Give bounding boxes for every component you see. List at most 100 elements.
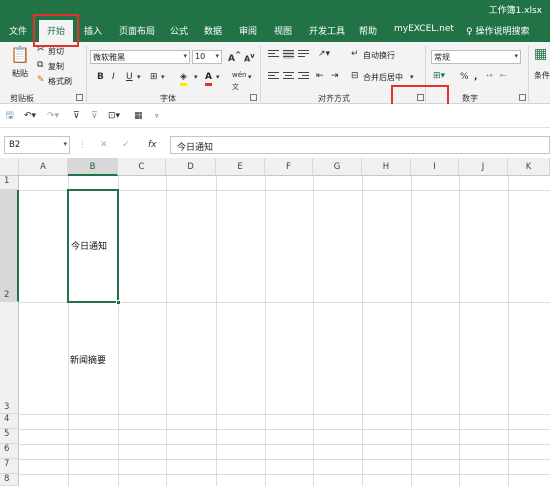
filter-icon[interactable]: ⊽ bbox=[73, 110, 80, 122]
align-right-icon[interactable] bbox=[298, 72, 309, 81]
chevron-down-icon[interactable]: ▾ bbox=[161, 71, 165, 83]
chevron-down-icon[interactable]: ▾ bbox=[194, 71, 198, 83]
phonetic-guide-icon[interactable]: wén 文 bbox=[232, 69, 246, 93]
tab-review[interactable]: 审阅 bbox=[239, 24, 257, 37]
name-box[interactable]: B2 ▾ bbox=[4, 136, 70, 154]
column-header[interactable]: K bbox=[508, 158, 550, 176]
row-header[interactable]: 8 bbox=[0, 474, 19, 486]
fill-color-icon[interactable]: ◈ bbox=[180, 71, 187, 86]
tab-file[interactable]: 文件 bbox=[9, 24, 27, 37]
accounting-format-icon[interactable]: ⊞▾ bbox=[433, 70, 445, 82]
customize-qat-icon[interactable]: ▿ bbox=[155, 110, 159, 122]
undo-icon[interactable]: ↶▾ bbox=[24, 110, 36, 122]
column-header[interactable]: F bbox=[265, 158, 313, 176]
tab-formulas[interactable]: 公式 bbox=[170, 24, 188, 37]
form-icon[interactable]: ⊡▾ bbox=[108, 110, 120, 122]
clipboard-dialog-launcher[interactable] bbox=[76, 94, 83, 101]
align-bottom-icon[interactable] bbox=[298, 50, 309, 59]
column-header[interactable]: I bbox=[411, 158, 459, 176]
cell-b3-text[interactable]: 新闻摘要 bbox=[70, 353, 106, 366]
paste-icon[interactable]: 📋 bbox=[10, 46, 30, 64]
cut-button[interactable]: 剪切 bbox=[48, 46, 64, 57]
alignment-group-label: 对齐方式 bbox=[318, 94, 350, 103]
tell-me-search[interactable]: ♀ 操作说明搜索 bbox=[466, 24, 529, 37]
tab-data[interactable]: 数据 bbox=[204, 24, 222, 37]
grid-line bbox=[313, 176, 314, 486]
number-dialog-launcher[interactable] bbox=[519, 94, 526, 101]
decrease-indent-icon[interactable]: ⇤ bbox=[316, 70, 324, 82]
formula-actions: ⋮ ✕ ✓ fx bbox=[78, 136, 170, 154]
format-painter-button[interactable]: 格式刷 bbox=[48, 76, 72, 87]
bold-button[interactable]: B bbox=[97, 71, 104, 83]
column-header[interactable]: E bbox=[216, 158, 265, 176]
borders-icon[interactable]: ⊞ bbox=[150, 71, 158, 83]
number-format-combo[interactable]: 常规 ▾ bbox=[431, 50, 521, 64]
select-all-corner[interactable] bbox=[0, 158, 19, 176]
enter-icon[interactable]: ✓ bbox=[122, 139, 130, 151]
font-size-combo[interactable]: 10 ▾ bbox=[192, 50, 222, 64]
underline-button[interactable]: U bbox=[126, 71, 133, 83]
chevron-down-icon[interactable]: ▾ bbox=[216, 71, 220, 83]
table-icon[interactable]: ▦ bbox=[134, 110, 143, 122]
paste-button[interactable]: 粘贴 bbox=[12, 68, 28, 79]
increase-decimal-icon[interactable]: ⁺⁰ bbox=[486, 71, 493, 83]
row-header[interactable]: 5 bbox=[0, 429, 19, 444]
active-cell-b2[interactable]: 今日通知 bbox=[67, 189, 121, 305]
row-header[interactable]: 2 bbox=[0, 190, 19, 302]
font-color-icon[interactable]: A bbox=[205, 71, 212, 86]
tab-developer[interactable]: 开发工具 bbox=[309, 24, 345, 37]
orientation-icon[interactable]: ↗▾ bbox=[318, 48, 330, 60]
row-header[interactable]: 6 bbox=[0, 444, 19, 459]
column-header[interactable]: J bbox=[459, 158, 508, 176]
row-header[interactable]: 1 bbox=[0, 176, 19, 190]
align-top-icon[interactable] bbox=[268, 50, 279, 59]
tab-insert[interactable]: 插入 bbox=[84, 24, 102, 37]
clear-filter-icon[interactable]: ⊽ bbox=[91, 110, 98, 122]
insert-function-button[interactable]: fx bbox=[148, 139, 157, 151]
increase-font-size-button[interactable]: A^ bbox=[228, 49, 241, 65]
tab-page-layout[interactable]: 页面布局 bbox=[119, 24, 155, 37]
column-header[interactable]: B bbox=[68, 158, 118, 176]
chevron-down-icon[interactable]: ▾ bbox=[248, 71, 252, 83]
save-icon[interactable]: 🖫 bbox=[6, 110, 14, 122]
row-header[interactable]: 4 bbox=[0, 414, 19, 429]
merge-center-button[interactable]: 合并后居中 bbox=[363, 72, 403, 83]
chevron-down-icon[interactable]: ▾ bbox=[137, 71, 141, 83]
fill-handle[interactable] bbox=[116, 300, 121, 305]
column-header[interactable]: H bbox=[362, 158, 411, 176]
wrap-text-icon[interactable]: ↵ bbox=[351, 48, 359, 60]
row-header[interactable]: 3 bbox=[0, 302, 19, 414]
cancel-icon[interactable]: ✕ bbox=[100, 139, 108, 151]
tab-view[interactable]: 视图 bbox=[274, 24, 292, 37]
copy-button[interactable]: 复制 bbox=[48, 61, 64, 72]
font-dialog-launcher[interactable] bbox=[250, 94, 257, 101]
font-name-combo[interactable]: 微软雅黑 ▾ bbox=[90, 50, 190, 64]
column-header[interactable]: C bbox=[118, 158, 166, 176]
format-painter-icon[interactable]: ✎ bbox=[37, 74, 45, 86]
percent-button[interactable]: % bbox=[460, 71, 469, 83]
column-header[interactable]: G bbox=[313, 158, 362, 176]
tab-myexcel[interactable]: myEXCEL.net bbox=[394, 24, 454, 34]
align-middle-icon[interactable] bbox=[283, 50, 294, 59]
align-left-icon[interactable] bbox=[268, 72, 279, 81]
wrap-text-button[interactable]: 自动换行 bbox=[363, 50, 395, 61]
conditional-formatting-icon[interactable]: ▦ bbox=[534, 47, 547, 61]
comma-button[interactable]: , bbox=[474, 71, 477, 83]
chevron-down-icon[interactable]: ▾ bbox=[410, 71, 414, 83]
copy-icon[interactable]: ⧉ bbox=[37, 59, 43, 71]
align-center-icon[interactable] bbox=[283, 72, 294, 81]
tab-help[interactable]: 帮助 bbox=[359, 24, 377, 37]
italic-button[interactable]: I bbox=[112, 71, 115, 83]
formula-input[interactable]: 今日通知 bbox=[170, 136, 550, 154]
merge-center-icon[interactable]: ⊟ bbox=[351, 70, 359, 82]
decrease-decimal-icon[interactable]: ⁰⁻ bbox=[500, 71, 507, 83]
conditional-formatting-button[interactable]: 条件 bbox=[534, 70, 550, 81]
worksheet-grid[interactable]: A B C D E F G H I J K 1 2 3 4 5 6 7 8 今日… bbox=[0, 158, 550, 486]
column-header[interactable]: D bbox=[166, 158, 216, 176]
increase-indent-icon[interactable]: ⇥ bbox=[331, 70, 339, 82]
decrease-font-size-button[interactable]: Av bbox=[244, 50, 255, 66]
redo-icon[interactable]: ↷▾ bbox=[47, 110, 59, 122]
column-header[interactable]: A bbox=[19, 158, 68, 176]
quick-access-toolbar: 🖫 ↶▾ ↷▾ ⊽ ⊽ ⊡▾ ▦ ▿ bbox=[0, 104, 550, 128]
row-header[interactable]: 7 bbox=[0, 459, 19, 474]
